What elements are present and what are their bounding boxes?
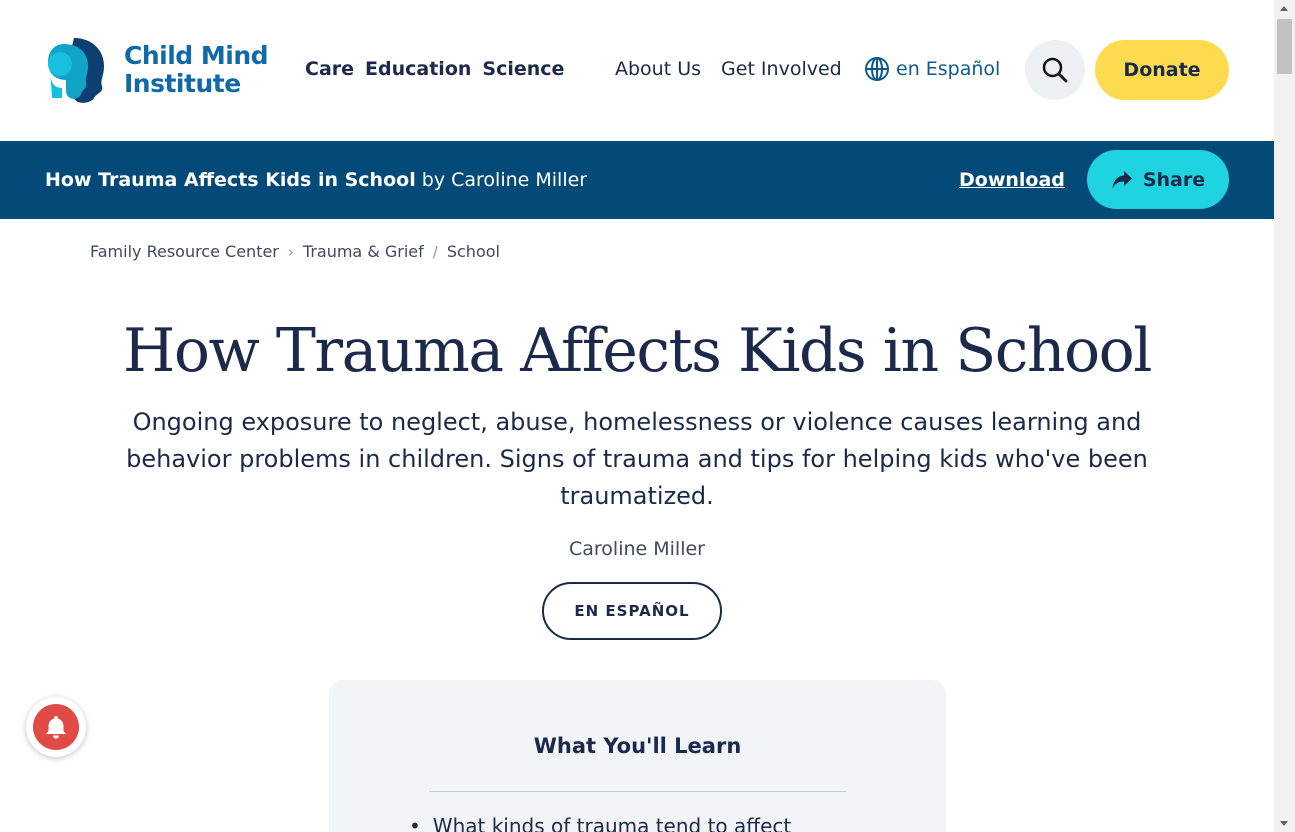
page-scrollbar[interactable] [1274, 0, 1295, 832]
primary-nav: Care Education Science [305, 58, 564, 80]
en-espanol-button[interactable]: EN ESPAÑOL [542, 582, 722, 640]
logo-icon [48, 38, 104, 103]
learn-list-item-text: What kinds of trauma tend to affect [432, 814, 792, 832]
site-header: Child Mind Institute Care Education Scie… [0, 0, 1274, 141]
donate-button[interactable]: Donate [1095, 40, 1229, 100]
article-bar-heading: How Trauma Affects Kids in School [45, 169, 416, 191]
globe-icon [865, 57, 889, 81]
breadcrumb: Family Resource Center › Trauma & Grief … [90, 242, 500, 261]
page-subtitle: Ongoing exposure to neglect, abuse, home… [126, 408, 1148, 510]
breadcrumb-family-resource-center[interactable]: Family Resource Center [90, 242, 279, 261]
breadcrumb-school[interactable]: School [447, 242, 500, 261]
notification-bell-button[interactable] [26, 697, 86, 757]
spanish-language-link[interactable]: en Español [864, 56, 1000, 82]
scroll-down-arrow-icon[interactable] [1280, 821, 1288, 826]
what-youll-learn-box: What You'll Learn • What kinds of trauma… [329, 680, 946, 832]
scrollbar-thumb[interactable] [1277, 19, 1292, 74]
bullet-icon: • [409, 814, 421, 832]
search-icon [1042, 57, 1068, 83]
author-name: Caroline Miller [569, 538, 705, 560]
nav-care[interactable]: Care [305, 58, 354, 80]
bell-icon [46, 716, 66, 739]
bell-circle [33, 704, 79, 750]
page-title: How Trauma Affects Kids in School [123, 316, 1152, 386]
search-button[interactable] [1025, 40, 1085, 100]
share-arrow-icon [1112, 170, 1132, 188]
nav-science[interactable]: Science [482, 58, 564, 80]
spanish-language-label: en Español [896, 58, 1001, 80]
download-link[interactable]: Download [959, 169, 1065, 191]
logo-line-2: Institute [124, 69, 241, 98]
share-label: Share [1142, 168, 1206, 191]
breadcrumb-separator: / [432, 242, 438, 261]
learn-box-divider [429, 791, 846, 792]
nav-get-involved[interactable]: Get Involved [721, 58, 842, 80]
secondary-nav: About Us Get Involved [615, 58, 842, 80]
logo-link[interactable]: Child Mind Institute [44, 36, 269, 104]
nav-education[interactable]: Education [365, 58, 471, 80]
logo-text: Child Mind Institute [124, 41, 269, 98]
breadcrumb-trauma-grief[interactable]: Trauma & Grief [303, 242, 424, 261]
breadcrumb-separator: › [287, 242, 294, 261]
learn-list-item: • What kinds of trauma tend to affect [409, 814, 791, 832]
scroll-up-arrow-icon[interactable] [1280, 6, 1288, 11]
article-bar-byline: by Caroline Miller [421, 169, 588, 191]
logo-line-1: Child Mind [124, 41, 269, 70]
article-bar-title: How Trauma Affects Kids in School by Car… [45, 169, 587, 191]
article-bar: How Trauma Affects Kids in School by Car… [0, 141, 1274, 219]
learn-box-title: What You'll Learn [533, 734, 742, 758]
nav-about-us[interactable]: About Us [615, 58, 701, 80]
share-button[interactable]: Share [1087, 150, 1229, 209]
